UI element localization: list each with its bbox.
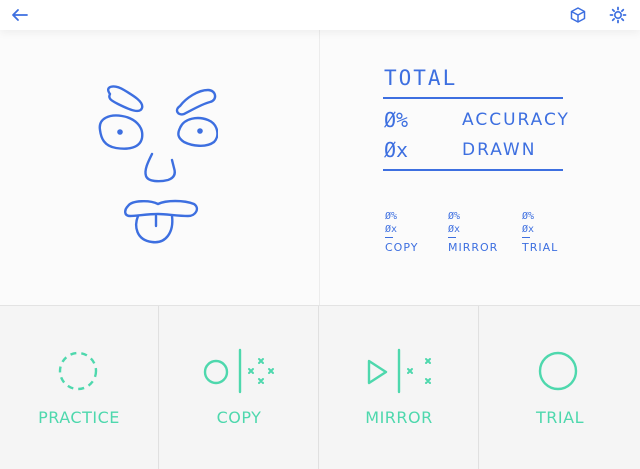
drawn-value: Øx <box>384 138 409 162</box>
copy-stats-rule <box>385 237 393 238</box>
top-bar <box>0 0 640 30</box>
arrow-left-icon <box>12 9 28 21</box>
copy-stats: Ø% Øx COPY <box>385 210 445 254</box>
mirror-stats: Ø% Øx MIRROR <box>448 210 508 254</box>
trial-mode-label: TRIAL <box>536 408 584 427</box>
drawn-label: DRAWN <box>462 140 537 160</box>
stats-bottom-rule <box>383 169 563 171</box>
copy-mode-button[interactable]: COPY <box>160 306 319 469</box>
mirror-stats-rule <box>448 237 456 238</box>
mode-selector: PRACTICE COPY MIRROR TRIAL <box>0 305 640 469</box>
copy-stats-label: COPY <box>385 241 419 254</box>
copy-mode-icon <box>203 348 274 394</box>
trial-mode-button[interactable]: TRIAL <box>480 306 640 469</box>
practice-mode-label: PRACTICE <box>38 408 120 427</box>
stats-panel <box>320 30 640 305</box>
copy-accuracy: Ø% <box>385 211 398 222</box>
dashed-circle-icon <box>58 351 98 391</box>
trial-stats: Ø% Øx TRIAL <box>522 210 582 254</box>
copy-mode-label: COPY <box>216 408 262 427</box>
mirror-mode-label: MIRROR <box>365 408 433 427</box>
back-button[interactable] <box>8 3 32 27</box>
mirror-accuracy: Ø% <box>448 211 461 222</box>
trial-accuracy: Ø% <box>522 211 535 222</box>
trial-drawn: Øx <box>522 224 535 235</box>
mirror-mode-icon <box>367 348 431 394</box>
total-rule <box>383 97 563 99</box>
cube-icon <box>570 7 586 23</box>
gear-icon <box>609 6 627 24</box>
accuracy-value: Ø% <box>384 108 409 132</box>
trial-stats-label: TRIAL <box>522 241 559 254</box>
trial-stats-rule <box>522 237 530 238</box>
settings-button[interactable] <box>606 3 630 27</box>
accuracy-label: ACCURACY <box>462 110 570 130</box>
practice-mode-button[interactable]: PRACTICE <box>0 306 159 469</box>
mirror-drawn: Øx <box>448 224 461 235</box>
mirror-stats-label: MIRROR <box>448 241 499 254</box>
total-heading: TOTAL <box>384 66 458 90</box>
silly-face-drawing <box>98 85 218 244</box>
copy-drawn: Øx <box>385 224 398 235</box>
cube-button[interactable] <box>566 3 590 27</box>
circle-icon <box>538 351 578 391</box>
mirror-mode-button[interactable]: MIRROR <box>320 306 479 469</box>
